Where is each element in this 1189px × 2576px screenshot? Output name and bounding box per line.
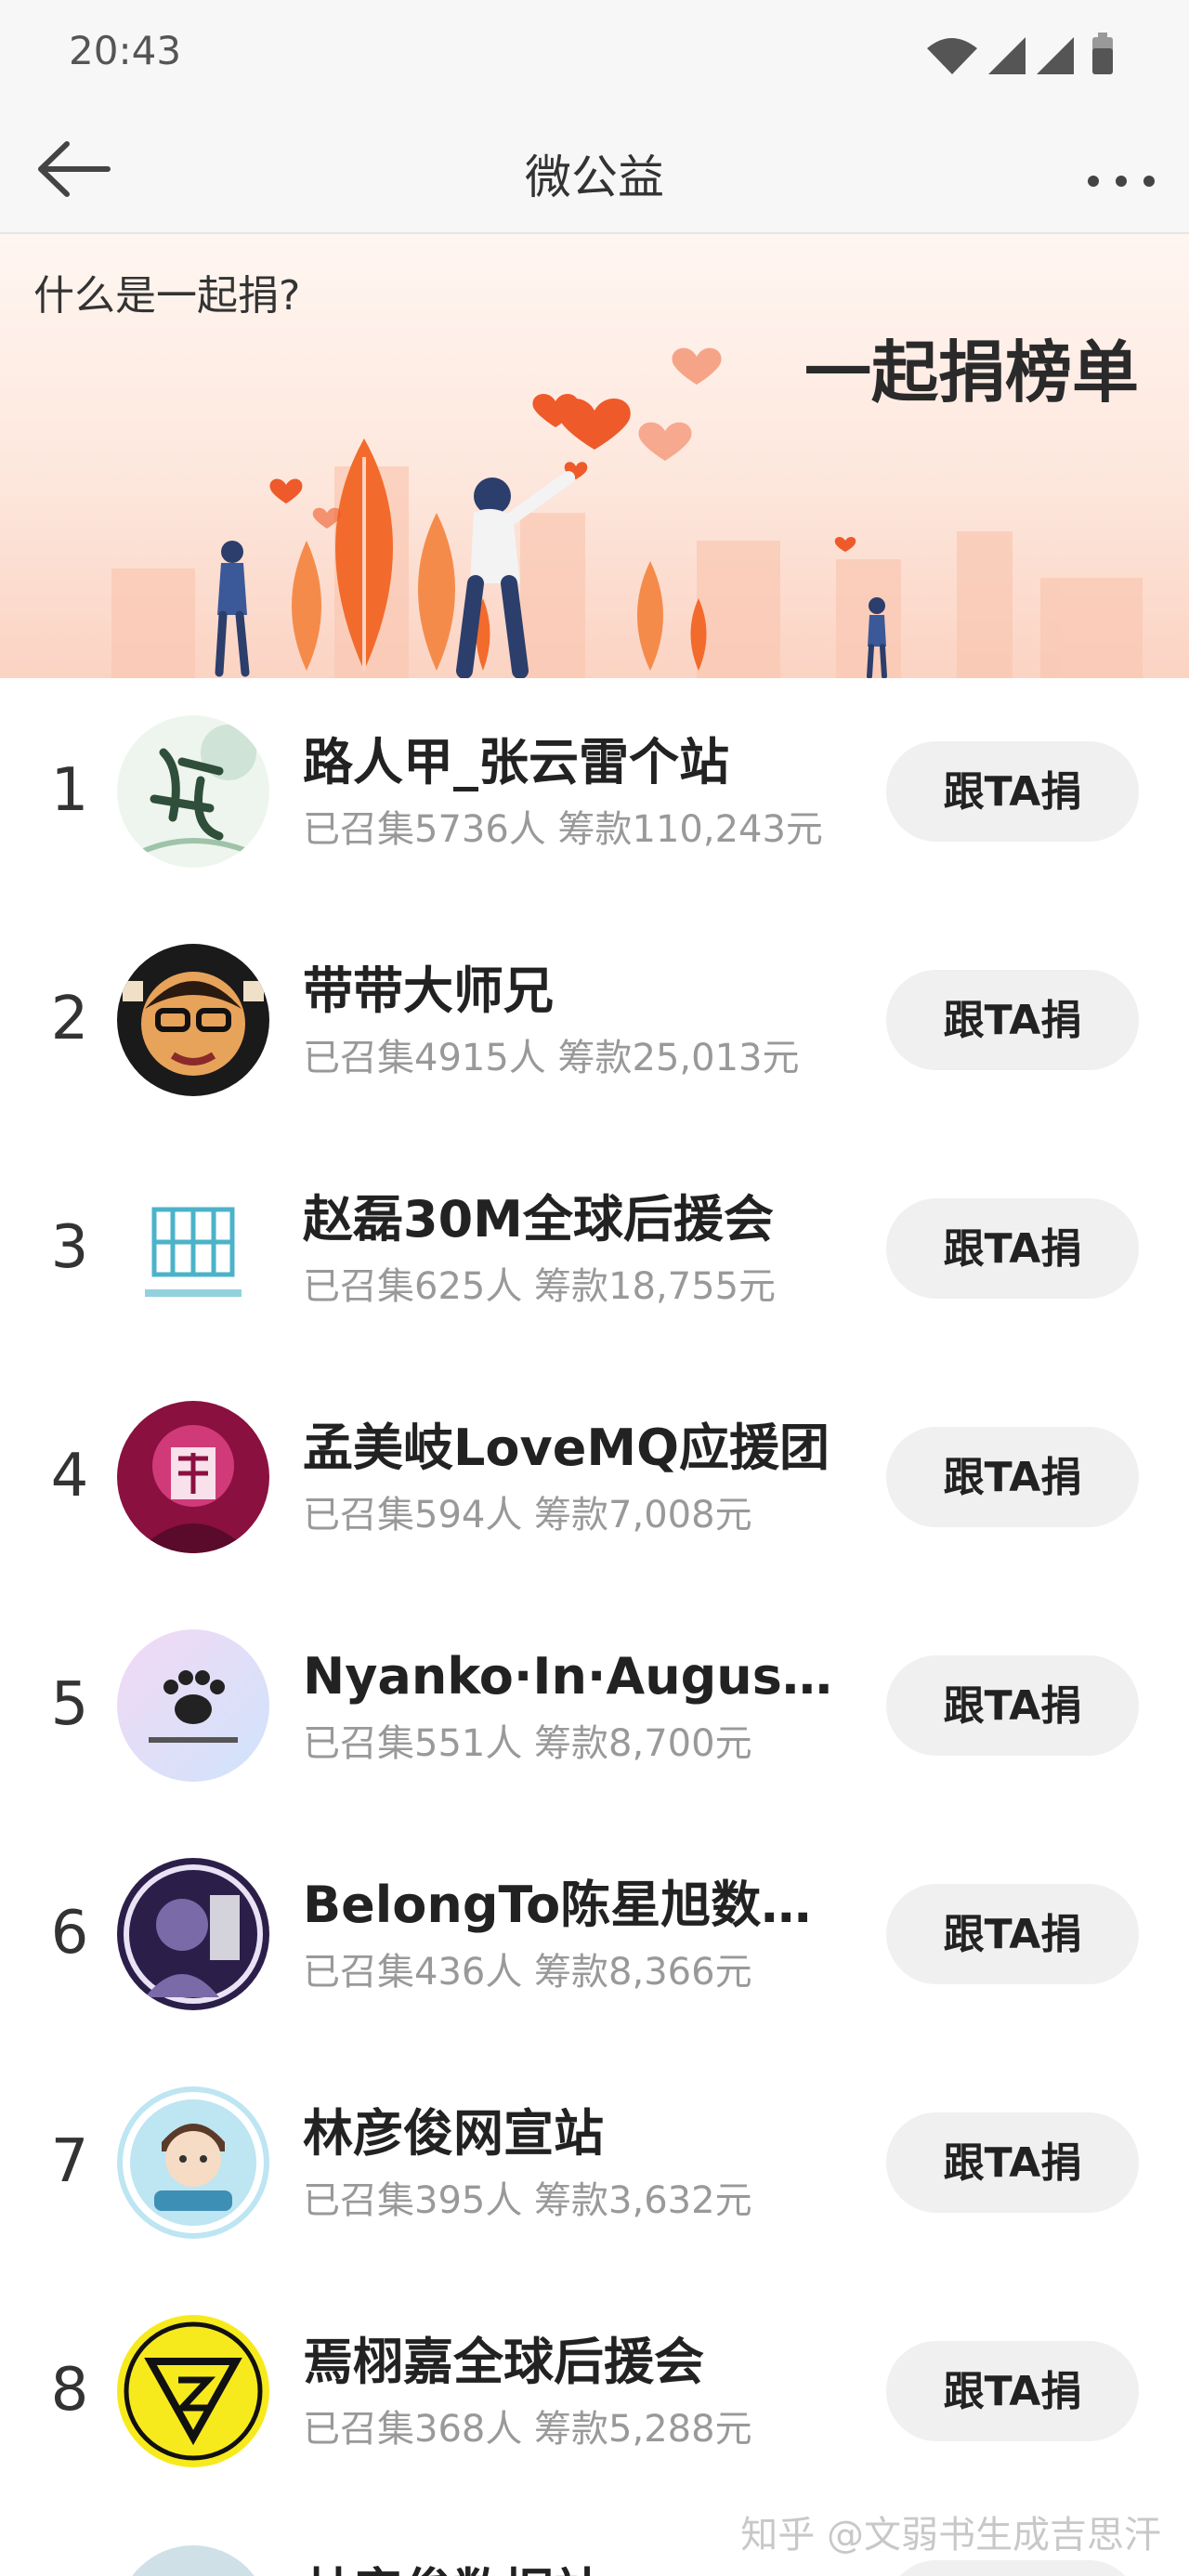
portrait-avatar-icon [117, 1858, 269, 2010]
rank-name: 赵磊30M全球后援会 [303, 1190, 774, 1249]
banner: 什么是一起捐? 一起捐榜单 [0, 234, 1189, 678]
rank-name: Nyanko·In·August丨蔡... [303, 1647, 851, 1706]
rank-stats: 已召集5736人 筹款110,243元 [303, 808, 823, 851]
rank-stats: 已召集594人 筹款7,008元 [303, 1494, 752, 1536]
banner-title: 一起捐榜单 [804, 333, 1139, 412]
rank-name: 焉栩嘉全球后援会 [303, 2333, 704, 2391]
signal-icon [1037, 37, 1074, 74]
list-item[interactable]: 5 Nyanko·In·August丨蔡... 已召集551人 筹款8,700 [0, 1592, 1189, 1821]
rank-number: 6 [50, 1899, 89, 1968]
nav-bar: 微公益 [0, 107, 1189, 234]
logo-avatar-icon [117, 1172, 269, 1325]
donate-with-button[interactable]: 跟TA捐 [886, 2112, 1139, 2213]
avatar [132, 2545, 255, 2576]
rank-number: 4 [50, 1442, 89, 1510]
rank-number: 5 [50, 1670, 89, 1739]
rank-name: BelongTo陈星旭数据站 [303, 1876, 851, 1934]
watermark: 知乎 @文弱书生成吉思汗 [740, 2514, 1161, 2556]
triangle-logo-avatar-icon [117, 2315, 269, 2467]
more-horizontal-icon [1088, 176, 1155, 187]
rank-number: 8 [50, 2356, 89, 2425]
avatar[interactable] [117, 1172, 269, 1325]
rank-name: 带带大师兄 [303, 961, 554, 1020]
rank-name: 林彦俊数据站 [303, 2551, 604, 2576]
battery-icon [1092, 33, 1113, 74]
more-button[interactable] [1079, 133, 1163, 205]
calligraphy-avatar-icon [117, 715, 269, 868]
donate-with-button[interactable]: 跟TA捐 [886, 1198, 1139, 1299]
portrait-avatar-icon [117, 1401, 269, 1553]
rank-name: 林彦俊网宣站 [303, 2104, 604, 2163]
donate-with-button[interactable]: 跟TA捐 [886, 1427, 1139, 1527]
paw-avatar-icon [117, 1629, 269, 1782]
rank-stats: 已召集395人 筹款3,632元 [303, 2179, 752, 2222]
status-bar: 20:43 [0, 0, 1189, 107]
list-item[interactable]: 7 林彦俊网宣站 已召集395人 筹款3,632元 跟TA捐 [0, 2049, 1189, 2278]
list-item[interactable]: 8 焉栩嘉全球后援会 已召集368人 筹款5,288元 跟TA捐 [0, 2278, 1189, 2506]
donate-with-button[interactable]: 跟TA捐 [886, 2341, 1139, 2441]
rank-stats: 已召集551人 筹款8,700元 [303, 1722, 752, 1765]
avatar[interactable] [117, 1401, 269, 1553]
list-item[interactable]: 3 赵磊30M全球后援会 已召集625人 筹款18,755元 跟TA捐 [0, 1135, 1189, 1364]
avatar[interactable] [117, 2315, 269, 2467]
avatar[interactable] [117, 1629, 269, 1782]
rank-number: 3 [50, 1213, 89, 1282]
avatar[interactable] [117, 944, 269, 1096]
avatar[interactable] [117, 1858, 269, 2010]
rank-stats: 已召集625人 筹款18,755元 [303, 1265, 777, 1308]
rank-number: 7 [50, 2127, 89, 2196]
chibi-avatar-icon [117, 2086, 269, 2239]
rank-number: 2 [50, 985, 89, 1053]
rank-name: 路人甲_张云雷个站 [303, 733, 729, 791]
list-item[interactable]: 1 路人甲_张云雷个站 已召集5736人 筹款110,243元 跟TA捐 [0, 678, 1189, 907]
avatar[interactable] [117, 715, 269, 868]
what-is-link[interactable]: 什么是一起捐? [33, 262, 300, 321]
avatar[interactable] [117, 2086, 269, 2239]
donate-with-button[interactable]: 跟TA捐 [886, 1655, 1139, 1756]
rank-stats: 已召集436人 筹款8,366元 [303, 1951, 752, 1994]
status-icons [925, 32, 1120, 76]
rank-stats: 已召集368人 筹款5,288元 [303, 2408, 752, 2451]
donate-with-button[interactable]: 跟TA捐 [886, 1884, 1139, 1984]
rank-number: 1 [50, 756, 89, 825]
list-item[interactable]: 6 BelongTo陈星旭数据站 已召集436人 筹款8,366元 跟TA捐 [0, 1821, 1189, 2049]
rank-stats: 已召集4915人 筹款25,013元 [303, 1037, 800, 1079]
donate-with-button[interactable]: 跟TA捐 [886, 970, 1139, 1070]
status-time: 20:43 [69, 28, 182, 73]
signal-icon [988, 37, 1026, 74]
donate-with-button[interactable] [886, 2560, 1139, 2576]
cartoon-face-avatar-icon [117, 944, 269, 1096]
list-item[interactable]: 4 孟美岐LoveMQ应援团 已召集594人 筹款7,008元 跟TA捐 [0, 1364, 1189, 1592]
rank-name: 孟美岐LoveMQ应援团 [303, 1419, 830, 1477]
list-item[interactable]: 2 带带大师兄 已召集4915人 筹款25,013元 跟TA捐 [0, 907, 1189, 1135]
wifi-icon [927, 38, 977, 74]
donate-with-button[interactable]: 跟TA捐 [886, 741, 1139, 842]
page-title: 微公益 [525, 150, 664, 204]
